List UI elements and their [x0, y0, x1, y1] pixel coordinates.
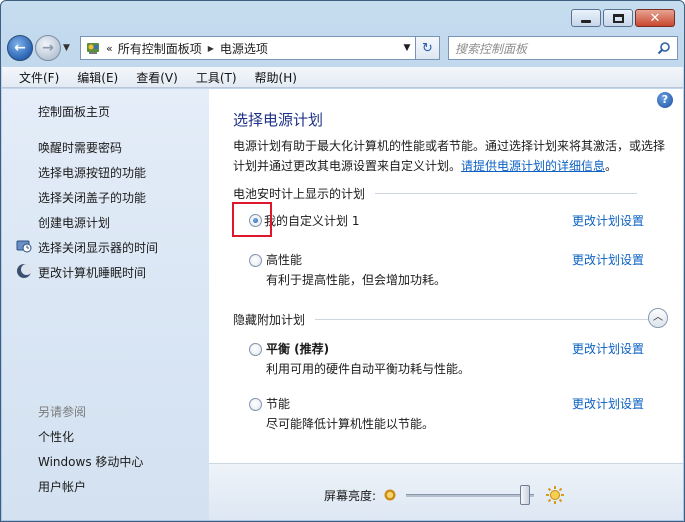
brightness-slider-track[interactable]	[406, 494, 534, 497]
plan-name-custom[interactable]: 我的自定义计划 1	[264, 212, 359, 229]
menu-file[interactable]: 文件(F)	[8, 69, 65, 86]
display-clock-icon	[16, 240, 32, 253]
address-bar[interactable]: « 所有控制面板项 ▶ 电源选项 ▼	[80, 36, 416, 60]
plan-name-high-performance[interactable]: 高性能	[266, 251, 302, 268]
sidebar-link-power-buttons[interactable]: 选择电源按钮的功能	[38, 164, 146, 181]
sidebar-link-control-panel-home[interactable]: 控制面板主页	[38, 103, 110, 120]
change-plan-settings-custom[interactable]: 更改计划设置	[572, 212, 644, 229]
back-arrow-icon: ←	[14, 40, 26, 56]
sidebar-link-personalization[interactable]: 个性化	[38, 428, 74, 445]
change-plan-settings-power-saver[interactable]: 更改计划设置	[572, 395, 644, 412]
screen-brightness-label: 屏幕亮度:	[324, 489, 377, 503]
menu-edit[interactable]: 编辑(E)	[65, 69, 124, 86]
minimize-icon	[581, 19, 591, 23]
plan-radio-high-performance[interactable]	[249, 254, 262, 267]
maximize-icon	[612, 13, 624, 23]
brightness-low-icon[interactable]	[383, 488, 397, 502]
help-icon[interactable]: ?	[657, 92, 673, 108]
control-panel-icon	[87, 43, 99, 54]
change-plan-settings-balanced[interactable]: 更改计划设置	[572, 340, 644, 357]
group-divider	[375, 193, 638, 194]
sidebar-link-mobility-center[interactable]: Windows 移动中心	[38, 453, 143, 470]
menu-view[interactable]: 查看(V)	[124, 69, 184, 86]
plan-name-balanced[interactable]: 平衡 (推荐)	[266, 340, 329, 357]
caption-buttons: ✕	[571, 9, 675, 27]
minimize-button[interactable]	[571, 9, 601, 27]
sidebar-link-lid-close[interactable]: 选择关闭盖子的功能	[38, 189, 146, 206]
refresh-button[interactable]: ↻	[416, 36, 440, 60]
page-title: 选择电源计划	[233, 111, 324, 129]
hidden-plans-label: 隐藏附加计划	[233, 313, 306, 327]
recent-pages-dropdown[interactable]: ▼	[63, 43, 77, 53]
menu-tools[interactable]: 工具(T)	[184, 69, 243, 86]
brightness-slider-thumb[interactable]	[520, 485, 531, 505]
menu-help[interactable]: 帮助(H)	[243, 69, 303, 86]
sidebar-link-create-plan[interactable]: 创建电源计划	[38, 214, 110, 231]
plan-name-power-saver[interactable]: 节能	[266, 395, 290, 412]
description-end: 。	[605, 159, 618, 173]
brightness-high-icon[interactable]	[545, 485, 565, 505]
search-input[interactable]: 搜索控制面板	[455, 40, 657, 57]
hidden-plans-header: 隐藏附加计划	[233, 311, 651, 328]
task-pane: 控制面板主页 唤醒时需要密码 选择电源按钮的功能 选择关闭盖子的功能 创建电源计…	[2, 89, 209, 520]
plan-details-link[interactable]: 请提供电源计划的详细信息	[461, 159, 605, 173]
sidebar-link-wake-password[interactable]: 唤醒时需要密码	[38, 139, 122, 156]
collapse-hidden-plans-button[interactable]: ︿	[648, 308, 668, 328]
search-box[interactable]: 搜索控制面板	[448, 36, 678, 60]
group-divider	[315, 319, 651, 320]
sidebar-link-user-accounts[interactable]: 用户帐户	[38, 478, 86, 495]
sidebar-link-display-off[interactable]: 选择关闭显示器的时间	[38, 239, 158, 256]
navigation-bar: ← → ▼ « 所有控制面板项 ▶ 电源选项 ▼ ↻ 搜索控制面板	[7, 33, 678, 63]
address-dropdown-icon[interactable]: ▼	[399, 43, 415, 53]
plan-desc-balanced: 利用可用的硬件自动平衡功耗与性能。	[266, 362, 471, 376]
control-panel-window: ✕ ← → ▼ « 所有控制面板项 ▶ 电源选项 ▼ ↻ 搜索控制面板 文件(F…	[0, 0, 685, 522]
brightness-bar: 屏幕亮度:	[209, 463, 683, 520]
plan-radio-balanced[interactable]	[249, 343, 262, 356]
maximize-button[interactable]	[603, 9, 633, 27]
sleep-moon-icon	[17, 264, 32, 278]
menu-bar: 文件(F) 编辑(E) 查看(V) 工具(T) 帮助(H)	[2, 67, 683, 88]
content-area: 控制面板主页 唤醒时需要密码 选择电源按钮的功能 选择关闭盖子的功能 创建电源计…	[2, 89, 683, 520]
forward-arrow-icon: →	[42, 40, 54, 56]
see-also-heading: 另请参阅	[38, 405, 87, 419]
change-plan-settings-high-performance[interactable]: 更改计划设置	[572, 251, 644, 268]
plan-desc-power-saver: 尽可能降低计算机性能以节能。	[266, 417, 435, 431]
search-icon[interactable]	[657, 41, 671, 55]
address-separator-icon[interactable]: ▶	[208, 44, 214, 53]
plan-desc-high-performance: 有利于提高性能，但会增加功耗。	[266, 273, 447, 287]
refresh-icon: ↻	[422, 40, 433, 56]
back-button[interactable]: ←	[7, 35, 33, 61]
address-segment-power-options[interactable]: 电源选项	[220, 40, 268, 57]
battery-meter-plans-label: 电池安时计上显示的计划	[233, 187, 366, 201]
sidebar-link-sleep-time[interactable]: 更改计算机睡眠时间	[38, 264, 146, 281]
main-panel: ? 选择电源计划 电源计划有助于最大化计算机的性能或者节能。通过选择计划来将其激…	[209, 89, 683, 520]
close-button[interactable]: ✕	[635, 9, 675, 27]
address-overflow-chevron[interactable]: «	[106, 42, 113, 55]
selection-highlight-box	[232, 202, 272, 237]
plan-radio-power-saver[interactable]	[249, 398, 262, 411]
close-icon: ✕	[649, 10, 661, 26]
address-segment-all-items[interactable]: 所有控制面板项	[118, 40, 202, 57]
battery-meter-plans-header: 电池安时计上显示的计划	[233, 185, 638, 202]
page-description: 电源计划有助于最大化计算机的性能或者节能。通过选择计划来将其激活，或选择计划并通…	[233, 136, 665, 176]
forward-button[interactable]: →	[35, 35, 61, 61]
